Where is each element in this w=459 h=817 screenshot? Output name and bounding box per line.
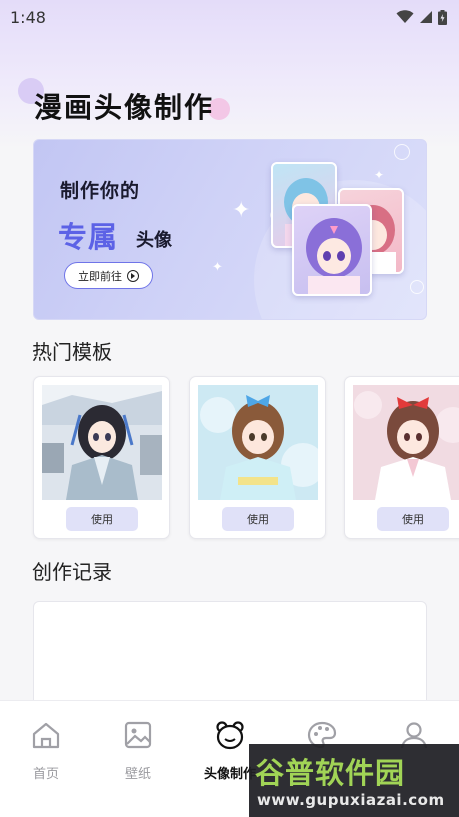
bear-face-icon [216,721,244,750]
template-card[interactable]: 使用 [33,376,170,539]
arrow-right-icon [127,269,139,282]
banner-headline: 制作你的 [60,180,141,202]
image-icon [124,721,152,749]
watermark-url: www.gupuxiazai.com [257,791,445,809]
tab-home-label: 首页 [32,767,59,782]
home-icon [32,722,60,749]
use-template-button[interactable]: 使用 [66,507,138,531]
tab-home[interactable]: 首页 [0,701,92,791]
wifi-icon [396,10,414,23]
banner-decor-circle [410,280,424,294]
sparkle-icon: ✦ [232,198,251,223]
banner-subline: 头像 [136,230,172,251]
records-title: 创作记录 [32,560,112,584]
template-card[interactable]: 使用 [189,376,326,539]
banner-decor-circle [394,144,410,160]
status-bar: 1:48 [0,0,459,34]
hot-templates-title: 热门模板 [32,340,112,364]
use-template-button[interactable]: 使用 [222,507,294,531]
go-now-button[interactable]: 立即前往 [64,262,153,289]
template-image [42,385,162,500]
tab-wallpaper[interactable]: 壁纸 [92,701,184,791]
page-title: 漫画头像制作 [34,91,215,124]
signal-icon [420,11,432,23]
go-now-label: 立即前往 [78,269,122,283]
sparkle-icon: ✦ [212,260,223,275]
page-title-block: 漫画头像制作 [18,78,238,128]
sparkle-icon: ✦ [374,168,385,182]
watermark-main: 谷普软件园 [255,756,406,790]
watermark: 谷普软件园 www.gupuxiazai.com [249,744,459,817]
status-icons [396,9,447,25]
template-image [198,385,318,500]
banner-avatar-card [292,204,372,296]
tab-wallpaper-label: 壁纸 [124,767,151,782]
use-template-button[interactable]: 使用 [377,507,449,531]
template-card[interactable]: 使用 [344,376,459,539]
banner-highlight: 专属 [58,220,119,254]
promo-banner[interactable]: ✦ ✦ ✦ 制作你的 专属 头像 立即前往 [33,139,427,320]
status-time: 1:48 [10,7,46,27]
template-image [353,385,459,500]
battery-icon [438,9,447,25]
